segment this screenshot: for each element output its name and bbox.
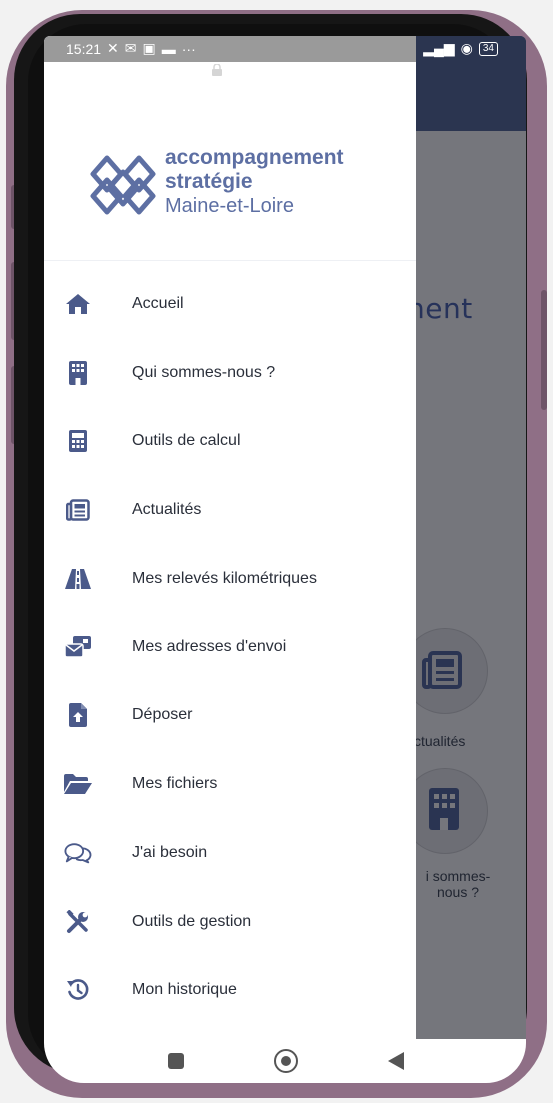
newspaper-icon <box>64 496 92 524</box>
tools-icon <box>64 908 92 936</box>
menu-item-mes-fichiers[interactable]: Mes fichiers <box>44 754 416 814</box>
logo-text-line2: stratégie <box>165 170 253 193</box>
menu-item-deposer[interactable]: Déposer <box>44 685 416 745</box>
menu-label: Qui sommes-nous ? <box>132 364 276 381</box>
menu-label: Mon historique <box>132 981 237 998</box>
road-icon <box>64 565 92 593</box>
chat-bubbles-icon <box>64 839 92 867</box>
recent-apps-button[interactable] <box>168 1053 184 1069</box>
menu-label: Accueil <box>132 295 184 312</box>
menu-label: Actualités <box>132 501 202 518</box>
menu-label: Mes relevés kilométriques <box>132 570 317 587</box>
back-button[interactable] <box>388 1052 404 1070</box>
status-left: 15:21 ✕ ✉ ▣ ▬ ··· <box>66 40 196 57</box>
system-nav-bar <box>44 1039 526 1083</box>
wifi-icon: ◉ <box>460 40 473 56</box>
menu-item-outils-de-calcul[interactable]: Outils de calcul <box>44 411 416 471</box>
about-tile-label: i sommes- nous ? <box>414 868 502 900</box>
logo-icon <box>90 154 156 220</box>
signal-icon: ▂▄▆ <box>423 40 455 56</box>
home-button[interactable] <box>274 1049 298 1073</box>
logo-text-line1: accompagnement <box>165 146 344 169</box>
news-tile-label: ctualités <box>414 733 466 749</box>
status-right: ▂▄▆ ◉ 34 <box>423 40 498 57</box>
navigation-drawer: accompagnement stratégie Maine-et-Loire … <box>44 36 416 1039</box>
mail-address-icon <box>64 633 92 661</box>
menu-label: Mes fichiers <box>132 775 218 792</box>
more-notifications: ··· <box>181 40 196 57</box>
folder-open-icon <box>64 770 92 798</box>
newspaper-icon <box>422 650 464 698</box>
logo-text-line3: Maine-et-Loire <box>165 195 294 217</box>
lock-icon <box>212 63 222 79</box>
home-icon <box>64 290 92 318</box>
file-upload-icon <box>64 701 92 729</box>
menu-item-accueil[interactable]: Accueil <box>44 274 416 334</box>
battery-icon: 34 <box>478 41 498 56</box>
menu-label: Mes adresses d'envoi <box>132 638 287 655</box>
menu-label: Outils de gestion <box>132 913 252 930</box>
menu-label: Déposer <box>132 706 193 723</box>
menu-item-mon-historique[interactable]: Mon historique <box>44 960 416 1020</box>
menu-item-releves-kilometriques[interactable]: Mes relevés kilométriques <box>44 549 416 609</box>
about-label-line2: nous ? <box>436 884 480 900</box>
menu-label: Outils de calcul <box>132 432 241 449</box>
calculator-icon <box>64 427 92 455</box>
screen: nent ctualités i sommes- nous ? accompag… <box>44 36 526 1039</box>
menu-item-jai-besoin[interactable]: J'ai besoin <box>44 823 416 883</box>
building-icon <box>64 359 92 387</box>
drawer-header: accompagnement stratégie Maine-et-Loire <box>44 62 416 261</box>
photo-icon: ▣ <box>142 40 156 56</box>
status-bar: 15:21 ✕ ✉ ▣ ▬ ··· ▂▄▆ ◉ 34 <box>44 36 526 62</box>
menu-item-outils-de-gestion[interactable]: Outils de gestion <box>44 892 416 952</box>
menu-label: J'ai besoin <box>132 844 208 861</box>
about-label-line1: i sommes- <box>425 868 491 884</box>
building-icon <box>429 788 459 838</box>
mail-icon: ✉ <box>124 40 137 56</box>
page-heading: nent <box>407 292 473 325</box>
history-icon <box>64 976 92 1004</box>
tray-icon: ▬ <box>161 40 176 57</box>
status-time: 15:21 <box>66 40 102 57</box>
menu-item-adresses-envoi[interactable]: Mes adresses d'envoi <box>44 617 416 677</box>
mute-icon: ✕ <box>107 40 119 56</box>
side-button <box>541 290 547 410</box>
menu-item-qui-sommes-nous[interactable]: Qui sommes-nous ? <box>44 343 416 403</box>
menu-item-actualites[interactable]: Actualités <box>44 480 416 540</box>
